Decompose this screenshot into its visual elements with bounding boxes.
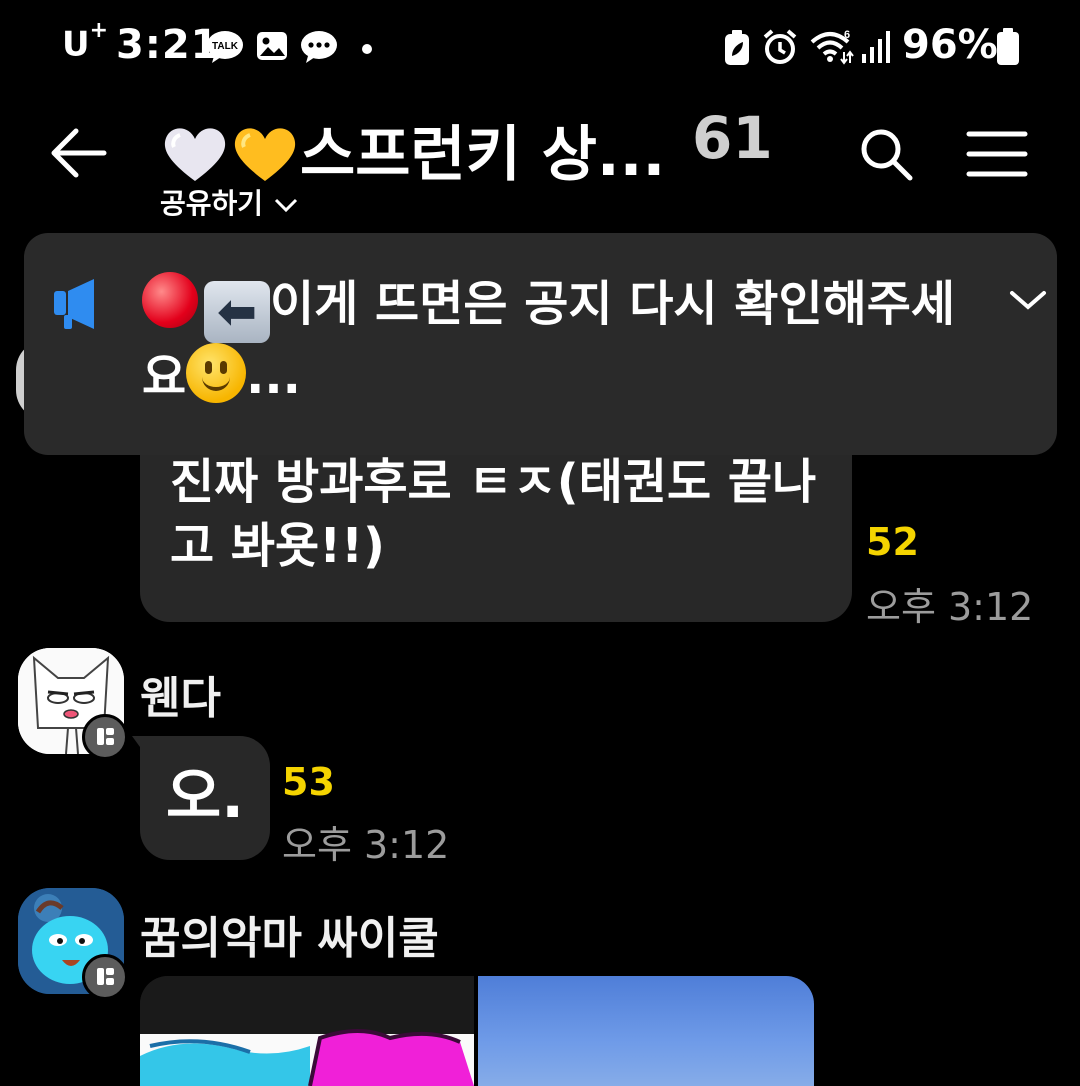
notice-ellipsis: ... [246,349,301,405]
red-circle-icon [142,272,198,328]
sender-name: 꿈의악마 싸이쿨 [140,913,439,964]
unread-count: 52 [866,520,919,564]
gallery-icon [257,32,287,60]
profile-badge-icon [82,714,128,760]
megaphone-icon [54,279,94,329]
chat-header: 스프런키 상... 61 공유하기 [0,100,1080,230]
profile-badge-icon [82,954,128,1000]
battery-saver-icon [725,30,749,65]
photo-thumbnail[interactable] [140,976,474,1086]
chat-title[interactable]: 스프런키 상... [160,106,665,193]
battery-icon [997,28,1019,65]
sender-name: 웬다 [140,673,221,724]
message-text: 오. [166,762,244,832]
svg-text:6: 6 [844,29,850,41]
message-text: 진짜 방과후로 ㅌㅈ(태권도 끝나고 봐욧!!) [170,454,817,574]
left-arrow-icon: ⬅ [204,281,270,343]
talk-icon: TALK [207,31,243,63]
white-heart-icon [164,128,226,181]
alarm-icon [763,29,797,64]
status-bar: U+ 3:21 TALK 6 96% [0,0,1080,100]
clock: 3:21 [116,22,220,68]
svg-text:TALK: TALK [212,41,239,52]
carrier-label: U+ [62,18,109,65]
share-label: 공유하기 [160,187,264,220]
message-time: 오후 3:12 [282,823,450,867]
message-icon [301,31,337,63]
message-bubble[interactable]: 오. [140,736,270,860]
chevron-down-icon[interactable] [1008,285,1048,315]
share-dropdown[interactable]: 공유하기 [160,182,299,222]
notice-text: ⬅ 이게 뜨면은 공지 다시 확인해주세요... [142,271,962,410]
wifi-icon: 6 [810,29,854,65]
battery-percent: 96% [902,22,998,68]
member-count: 61 [692,104,773,172]
back-arrow-icon[interactable] [48,122,110,184]
photo-thumbnail[interactable] [478,976,814,1086]
signal-icon [862,31,890,63]
photo-image [140,976,474,1086]
message-time: 오후 3:12 [866,585,1034,629]
notice-banner[interactable]: ⬅ 이게 뜨면은 공지 다시 확인해주세요... [24,233,1057,455]
smiley-icon [186,343,247,403]
unread-count: 53 [282,760,335,804]
dot-icon [362,44,372,54]
chevron-down-icon [274,198,297,213]
menu-icon[interactable] [966,130,1028,178]
search-icon[interactable] [858,126,914,182]
chat-title-text: 스프런키 상... [300,120,666,190]
yellow-heart-icon [234,128,296,181]
